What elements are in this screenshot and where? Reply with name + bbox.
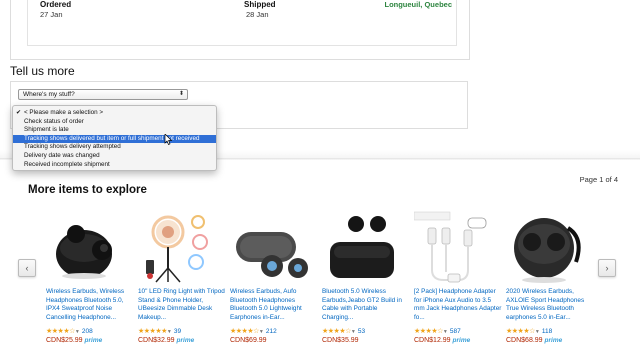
product-price: CDN$68.99 prime [506,337,563,344]
ordered-date: 27 Jan [40,10,63,19]
dropdown-option-please-select[interactable]: ✔ < Please make a selection > [13,109,216,118]
product-price: CDN$12.99 prime [414,337,471,344]
reason-dropdown-menu: ✔ < Please make a selection > Check statu… [12,105,217,171]
ordered-label: Ordered [40,0,72,9]
product-title-link[interactable]: Bluetooth 5.0 Wireless Earbuds,Jeabo GT2… [322,288,410,323]
product-title-link[interactable]: 2020 Wireless Earbuds, AXLOIE Sport Head… [506,288,594,323]
star-rating-icon: ★★★★☆ [414,328,443,335]
shipped-label: Shipped [244,0,276,9]
product-card[interactable]: 10" LED Ring Light with Tripod Stand & P… [138,210,226,360]
chevron-down-icon: ▼ [258,329,264,335]
product-carousel: Wireless Earbuds, Wireless Headphones Bl… [46,210,594,360]
star-rating-icon: ★★★★☆ [230,328,259,335]
carousel-prev-button[interactable]: ‹ [18,259,36,277]
prime-badge-icon: prime [84,337,103,344]
product-rating[interactable]: ★★★★☆▼ 53 [322,327,365,336]
order-details-panel: Ordered 27 Jan Shipped 28 Jan Longueuil,… [10,0,470,60]
chevron-down-icon: ▼ [534,329,540,335]
product-rating[interactable]: ★★★★☆▼ 212 [230,327,277,336]
product-card[interactable]: Wireless Earbuds, Wireless Headphones Bl… [46,210,132,360]
star-rating-icon: ★★★★☆ [322,328,351,335]
shipped-date: 28 Jan [246,10,269,19]
product-title-link[interactable]: Wireless Earbuds, Aufo Bluetooth Headpho… [230,288,318,323]
chevron-down-icon: ▼ [442,329,448,335]
prime-badge-icon: prime [176,337,195,344]
product-card[interactable]: [2 Pack] Headphone Adapter for iPhone Au… [414,210,502,360]
chevron-left-icon: ‹ [25,263,29,273]
checkmark-icon: ✔ [16,110,22,116]
chevron-down-icon: ▼ [350,329,356,335]
dropdown-option-tracking-delivered[interactable]: Tracking shows delivered but item or ful… [13,134,216,144]
grey-earbuds-case-icon[interactable] [230,210,316,286]
headphone-adapter-icon[interactable] [414,210,500,286]
product-rating[interactable]: ★★★★☆▼ 118 [506,327,552,336]
ring-light-tripod-icon[interactable] [138,210,224,286]
tell-us-more-heading: Tell us more [10,64,75,78]
carousel-page-indicator: Page 1 of 4 [579,175,618,184]
review-count: 587 [449,328,461,335]
product-price: CDN$35.99 [322,337,359,344]
product-title-link[interactable]: [2 Pack] Headphone Adapter for iPhone Au… [414,288,502,323]
product-card[interactable]: 2020 Wireless Earbuds, AXLOIE Sport Head… [506,210,592,360]
product-rating[interactable]: ★★★★☆▼ 587 [414,327,461,336]
mouse-pointer-icon [164,134,172,145]
dropdown-option-incomplete-shipment[interactable]: Received incomplete shipment [13,161,216,170]
dropdown-option-date-changed[interactable]: Delivery date was changed [13,152,216,161]
reason-select-value: Where's my stuff? [23,91,75,98]
carousel-next-button[interactable]: › [598,259,616,277]
prime-badge-icon: prime [452,337,471,344]
product-card[interactable]: Wireless Earbuds, Aufo Bluetooth Headpho… [230,210,316,360]
review-count: 212 [265,328,277,335]
product-price: CDN$69.99 [230,337,267,344]
shipping-location: Longueuil, Quebec [384,0,452,9]
review-count: 208 [81,328,93,335]
chevron-down-icon: ▼ [74,329,80,335]
dropdown-option-check-status[interactable]: Check status of order [13,118,216,127]
product-title-link[interactable]: Wireless Earbuds, Wireless Headphones Bl… [46,288,134,323]
reason-select[interactable]: Where's my stuff? ⬍ [18,89,188,100]
review-count: 53 [357,328,366,335]
chevron-right-icon: › [605,263,609,273]
black-earbuds-open-case-icon[interactable] [322,210,408,286]
more-items-heading: More items to explore [28,184,147,196]
review-count: 39 [173,328,182,335]
product-price: CDN$32.99 prime [138,337,195,344]
dropdown-option-shipment-late[interactable]: Shipment is late [13,126,216,135]
product-title-link[interactable]: 10" LED Ring Light with Tripod Stand & P… [138,288,226,323]
star-rating-icon: ★★★★☆ [506,328,535,335]
dropdown-option-delivery-attempted[interactable]: Tracking shows delivery attempted [13,143,216,152]
chevron-down-icon: ▼ [166,329,172,335]
product-card[interactable]: Bluetooth 5.0 Wireless Earbuds,Jeabo GT2… [322,210,408,360]
order-details-box: Ordered 27 Jan Shipped 28 Jan Longueuil,… [27,0,457,46]
product-rating[interactable]: ★★★★☆▼ 208 [46,327,93,336]
star-rating-icon: ★★★★★ [138,328,167,335]
product-rating[interactable]: ★★★★★▼ 39 [138,327,181,336]
sport-earbuds-icon[interactable] [506,210,592,286]
prime-badge-icon: prime [544,337,563,344]
review-count: 118 [541,328,553,335]
select-arrows-icon: ⬍ [178,91,184,97]
product-price: CDN$25.99 prime [46,337,103,344]
black-earbuds-case-icon[interactable] [46,210,132,286]
star-rating-icon: ★★★★☆ [46,328,75,335]
